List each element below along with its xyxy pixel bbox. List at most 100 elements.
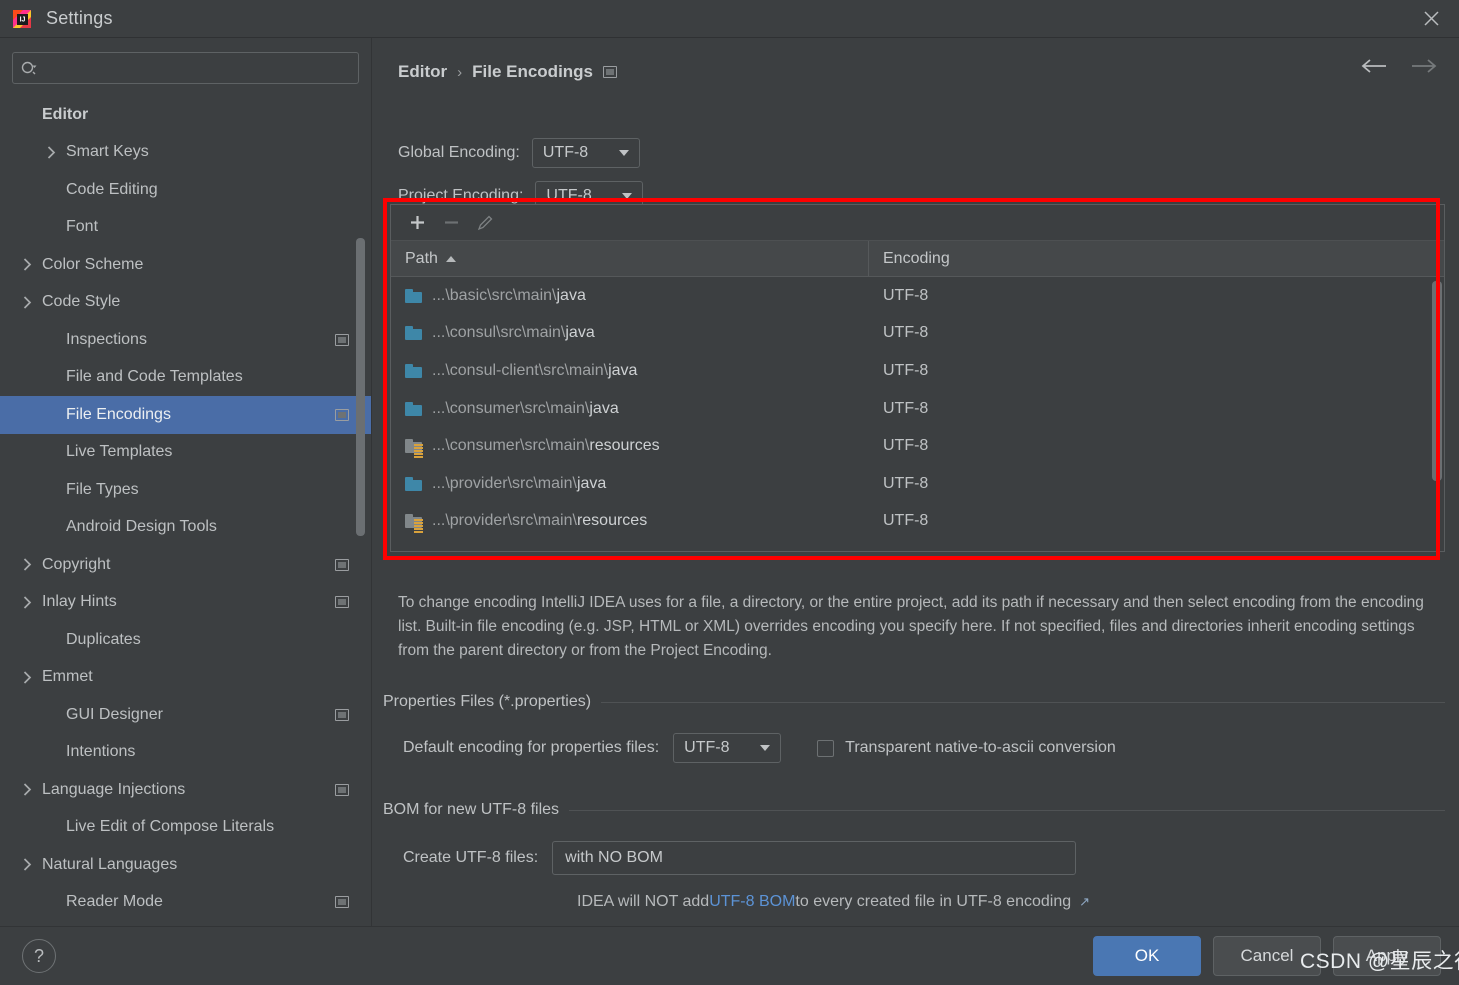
sidebar-item-font[interactable]: Font: [0, 209, 371, 247]
dialog-footer: ? OK Cancel Apply: [0, 926, 1459, 985]
properties-files-section-title: Properties Files (*.properties): [383, 693, 1445, 711]
sidebar-item-color-scheme[interactable]: Color Scheme: [0, 246, 371, 284]
search-box[interactable]: [12, 52, 359, 84]
chevron-right-icon[interactable]: [42, 146, 60, 159]
chevron-right-icon[interactable]: [18, 858, 36, 871]
sidebar-item-label: Code Editing: [66, 180, 158, 198]
create-utf8-files-combo[interactable]: with NO BOM: [552, 841, 1077, 875]
search-input[interactable]: [44, 60, 350, 76]
path-prefix: ...\consumer\src\main\: [432, 437, 590, 455]
table-cell-encoding[interactable]: UTF-8: [869, 475, 928, 493]
sidebar-item-label: Live Templates: [66, 443, 173, 461]
transparent-conversion-checkbox[interactable]: [817, 739, 835, 757]
help-button[interactable]: ?: [22, 939, 56, 973]
sidebar-item-file-encodings[interactable]: File Encodings: [0, 396, 371, 434]
search-container: [0, 38, 371, 84]
chevron-right-icon[interactable]: [18, 596, 36, 609]
path-leaf: resources: [589, 437, 660, 455]
add-path-button[interactable]: [403, 210, 431, 236]
close-icon[interactable]: [1403, 0, 1459, 38]
chevron-right-icon[interactable]: [18, 783, 36, 796]
breadcrumb-parent[interactable]: Editor: [398, 62, 447, 82]
external-link-icon[interactable]: ↗: [1079, 894, 1090, 910]
sidebar-item-smart-keys[interactable]: Smart Keys: [0, 134, 371, 172]
cancel-button-label: Cancel: [1240, 946, 1294, 965]
table-row[interactable]: ...\consumer\src\main\ resources UTF-8: [391, 427, 1444, 465]
sidebar-item-file-and-code-templates[interactable]: File and Code Templates: [0, 359, 371, 397]
project-encoding-label: Project Encoding:: [398, 187, 524, 204]
watermark-prefix: CSDN @: [1300, 950, 1390, 973]
transparent-conversion-label: Transparent native-to-ascii conversion: [845, 739, 1116, 756]
table-row[interactable]: ...\provider\src\main\ java UTF-8: [391, 465, 1444, 503]
bom-section-title: BOM for new UTF-8 files: [383, 801, 1445, 819]
default-properties-encoding-combo[interactable]: UTF-8: [673, 733, 782, 763]
sidebar-scrollbar[interactable]: [356, 238, 365, 536]
sidebar-item-editor[interactable]: Editor: [0, 96, 371, 134]
global-encoding-combo[interactable]: UTF-8: [531, 138, 640, 168]
sidebar-item-label: Inspections: [66, 330, 147, 348]
table-cell-encoding[interactable]: UTF-8: [869, 324, 928, 342]
sidebar-item-android-design-tools[interactable]: Android Design Tools: [0, 509, 371, 547]
utf8-bom-link[interactable]: UTF-8 BOM: [709, 893, 795, 911]
table-cell-encoding[interactable]: UTF-8: [869, 512, 928, 530]
sidebar-item-live-edit-of-compose-literals[interactable]: Live Edit of Compose Literals: [0, 809, 371, 847]
sidebar-item-live-templates[interactable]: Live Templates: [0, 434, 371, 472]
sidebar-item-label: Font: [66, 218, 99, 236]
chevron-down-icon: [622, 193, 633, 199]
sidebar-item-gui-designer[interactable]: GUI Designer: [0, 696, 371, 734]
folder-source-icon: [405, 401, 422, 416]
chevron-down-icon: [618, 150, 629, 156]
sidebar-item-file-types[interactable]: File Types: [0, 471, 371, 509]
encodings-table-toolbar: [391, 205, 1444, 241]
sidebar-item-emmet[interactable]: Emmet: [0, 659, 371, 697]
column-header-encoding[interactable]: Encoding: [869, 241, 950, 276]
sidebar-item-intentions[interactable]: Intentions: [0, 734, 371, 772]
remove-path-button[interactable]: [437, 210, 465, 236]
sort-ascending-icon: [445, 255, 456, 262]
project-setting-icon: [335, 896, 349, 909]
bom-note-suffix: to every created file in UTF-8 encoding: [795, 893, 1072, 910]
column-header-path[interactable]: Path: [391, 241, 869, 276]
sidebar-item-label: Android Design Tools: [66, 518, 217, 536]
sidebar-item-label: File and Code Templates: [66, 368, 243, 386]
table-cell-encoding[interactable]: UTF-8: [869, 362, 928, 380]
table-row[interactable]: ...\basic\src\main\ java UTF-8: [391, 277, 1444, 315]
arrow-right-icon[interactable]: [1411, 58, 1437, 74]
sidebar-item-reader-mode[interactable]: Reader Mode: [0, 884, 371, 922]
table-row[interactable]: ...\provider\src\main\ resources UTF-8: [391, 503, 1444, 541]
project-setting-icon: [335, 596, 349, 609]
sidebar-item-inlay-hints[interactable]: Inlay Hints: [0, 584, 371, 622]
arrow-left-icon[interactable]: [1361, 58, 1387, 74]
encodings-table-scrollbar[interactable]: [1432, 281, 1442, 481]
chevron-right-icon[interactable]: [18, 296, 36, 309]
table-row[interactable]: ...\consumer\src\main\ java UTF-8: [391, 390, 1444, 428]
table-cell-encoding[interactable]: UTF-8: [869, 437, 928, 455]
chevron-right-icon[interactable]: [18, 258, 36, 271]
global-encoding-label: Global Encoding:: [398, 144, 520, 161]
encodings-description: To change encoding IntelliJ IDEA uses fo…: [398, 594, 1424, 659]
path-prefix: ...\basic\src\main\: [432, 286, 557, 304]
table-cell-encoding[interactable]: UTF-8: [869, 400, 928, 418]
bom-note-prefix: IDEA will NOT add: [577, 893, 710, 910]
sidebar-item-natural-languages[interactable]: Natural Languages: [0, 846, 371, 884]
transparent-conversion-checkbox-row[interactable]: Transparent native-to-ascii conversion: [817, 739, 1116, 757]
sidebar-item-code-style[interactable]: Code Style: [0, 284, 371, 322]
chevron-right-icon[interactable]: [18, 671, 36, 684]
ok-button[interactable]: OK: [1093, 936, 1201, 976]
sidebar-item-language-injections[interactable]: Language Injections: [0, 771, 371, 809]
table-row[interactable]: ...\consul\src\main\ java UTF-8: [391, 315, 1444, 353]
table-row[interactable]: ...\consul-client\src\main\ java UTF-8: [391, 352, 1444, 390]
chevron-down-icon: [760, 745, 771, 751]
edit-path-button[interactable]: [471, 210, 499, 236]
navigation-arrows: [1361, 58, 1437, 74]
properties-files-title-label: Properties Files (*.properties): [383, 693, 592, 710]
sidebar-item-code-editing[interactable]: Code Editing: [0, 171, 371, 209]
breadcrumb: Editor › File Encodings: [398, 62, 618, 82]
path-prefix: ...\provider\src\main\: [432, 512, 577, 530]
sidebar-item-duplicates[interactable]: Duplicates: [0, 621, 371, 659]
sidebar-item-copyright[interactable]: Copyright: [0, 546, 371, 584]
path-prefix: ...\consul\src\main\: [432, 324, 566, 342]
table-cell-encoding[interactable]: UTF-8: [869, 287, 928, 305]
sidebar-item-inspections[interactable]: Inspections: [0, 321, 371, 359]
chevron-right-icon[interactable]: [18, 558, 36, 571]
